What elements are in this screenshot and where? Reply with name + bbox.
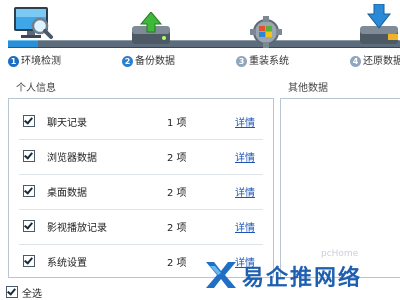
item-count: 2 项 — [167, 153, 187, 164]
panel-box: pcHome — [280, 98, 400, 278]
step-text: 还原数据 — [363, 56, 400, 67]
item-name: 聊天记录 — [47, 118, 87, 129]
panel-title: 其他数据 — [288, 83, 328, 94]
hdd-upload-icon — [132, 12, 170, 44]
checkbox-checked[interactable] — [23, 150, 35, 162]
hdd-download-icon — [360, 4, 398, 44]
step-label: 2 备份数据 — [122, 52, 175, 67]
item-count: 2 项 — [167, 258, 187, 269]
personal-info-panel: 个人信息 聊天记录 1 项 详情 浏览器数据 2 项 详情 桌面数据 2 项 详… — [8, 82, 274, 278]
list-item: 桌面数据 2 项 详情 — [19, 175, 267, 209]
progress-track — [8, 40, 400, 48]
details-link[interactable]: 详情 — [235, 184, 255, 199]
panel-title: 个人信息 — [16, 83, 56, 94]
checkbox-checked[interactable] — [23, 220, 35, 232]
item-name: 系统设置 — [47, 258, 87, 269]
checkbox-checked[interactable] — [23, 185, 35, 197]
step-number-badge: 2 — [122, 56, 133, 67]
item-count: 1 项 — [167, 118, 187, 129]
item-count: 2 项 — [167, 188, 187, 199]
step-label: 4 还原数据 — [350, 52, 400, 67]
step-text: 重装系统 — [249, 56, 289, 67]
monitor-magnifier-icon — [14, 7, 53, 39]
checkbox-checked[interactable] — [23, 115, 35, 127]
gear-windows-icon — [250, 16, 282, 48]
details-link[interactable]: 详情 — [235, 114, 255, 129]
select-all-checkbox[interactable] — [6, 286, 18, 298]
list-item: 聊天记录 1 项 详情 — [19, 105, 267, 139]
checkbox-checked[interactable] — [23, 255, 35, 267]
step-text: 备份数据 — [135, 56, 175, 67]
step-label: 3 重装系统 — [236, 52, 289, 67]
details-link[interactable]: 详情 — [235, 149, 255, 164]
step-label: 1 环境检测 — [8, 52, 61, 67]
watermark: 易企推网络 — [204, 258, 394, 294]
step-number-badge: 4 — [350, 56, 361, 67]
step-number-badge: 1 — [8, 56, 19, 67]
details-link[interactable]: 详情 — [235, 219, 255, 234]
watermark-text: 易企推网络 — [242, 265, 363, 291]
other-data-panel: 其他数据 pcHome — [280, 82, 400, 278]
item-name: 影视播放记录 — [47, 223, 107, 234]
list-item: 浏览器数据 2 项 详情 — [19, 140, 267, 174]
step-text: 环境检测 — [21, 56, 61, 67]
select-all-label: 全选 — [22, 289, 42, 300]
item-name: 浏览器数据 — [47, 153, 97, 164]
brand-logo-icon — [206, 262, 236, 288]
item-count: 2 项 — [167, 223, 187, 234]
list-item: 影视播放记录 2 项 详情 — [19, 210, 267, 244]
item-name: 桌面数据 — [47, 188, 87, 199]
step-bar: 1 环境检测 2 备份数据 3 重装系统 4 还原数据 — [0, 0, 400, 78]
panel-box: 聊天记录 1 项 详情 浏览器数据 2 项 详情 桌面数据 2 项 详情 影视播… — [8, 98, 274, 278]
step-number-badge: 3 — [236, 56, 247, 67]
